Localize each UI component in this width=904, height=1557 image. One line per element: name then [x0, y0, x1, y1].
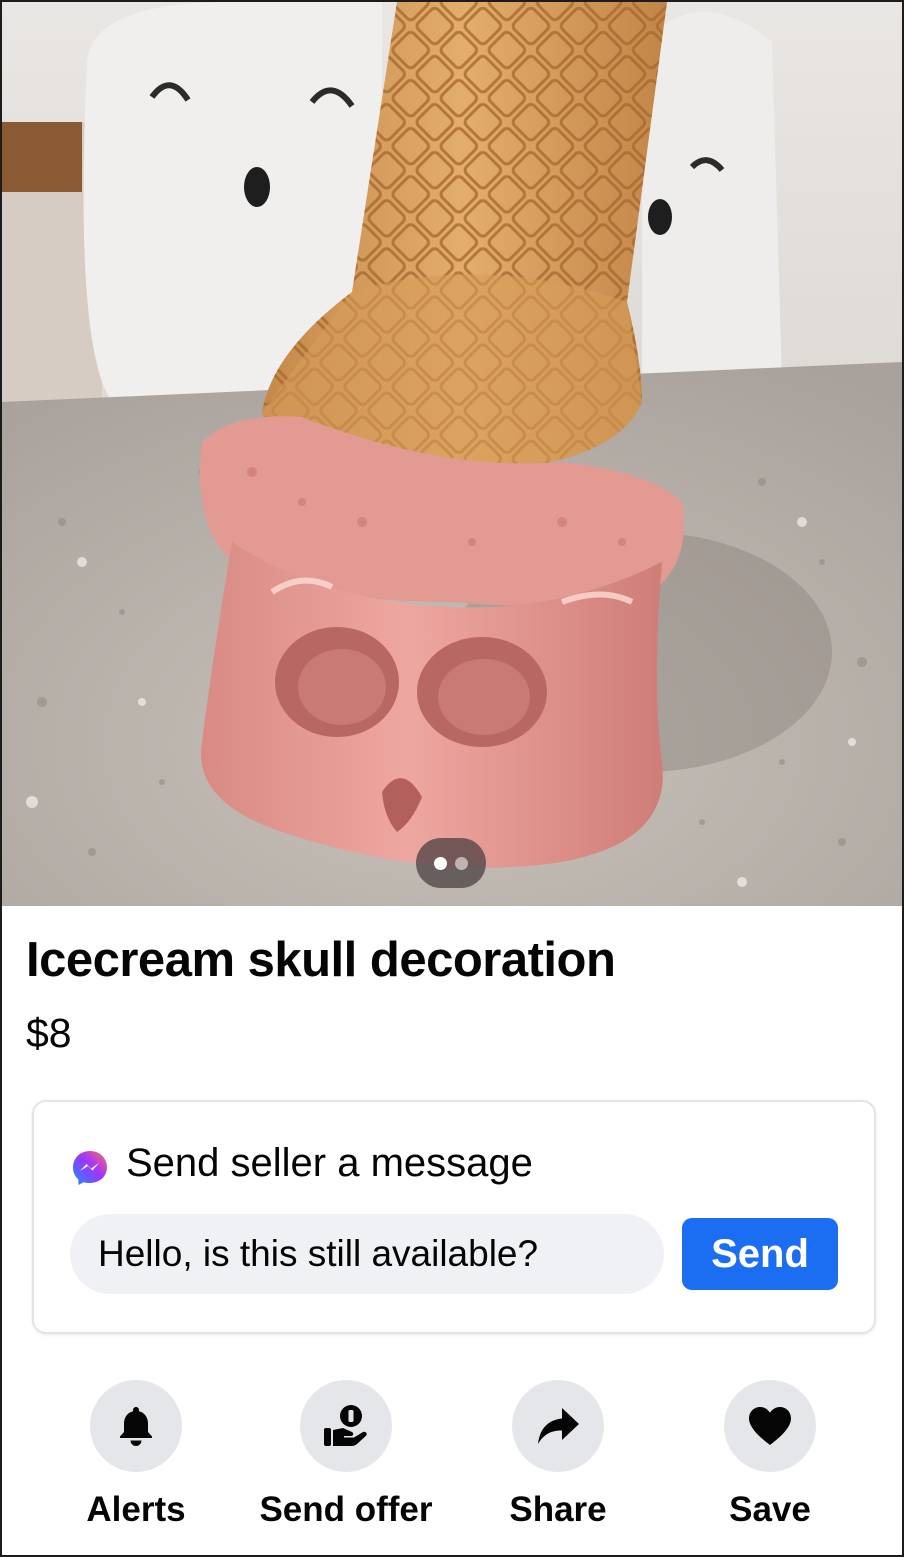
send-button[interactable]: Send: [682, 1218, 838, 1290]
photo-pager[interactable]: [416, 838, 486, 888]
share-action[interactable]: Share: [448, 1380, 668, 1530]
save-button[interactable]: [724, 1380, 816, 1472]
message-card-heading: Send seller a message: [126, 1140, 533, 1185]
bell-icon: [120, 1407, 152, 1446]
pager-dot: [455, 856, 468, 870]
marketplace-listing: Icecream skull decoration $8 Send seller…: [0, 0, 904, 1557]
pager-dot-active: [434, 856, 447, 870]
alerts-action[interactable]: Alerts: [26, 1380, 246, 1530]
listing-price: $8: [26, 1010, 72, 1056]
share-icon: [538, 1408, 579, 1444]
send-message-card: Send seller a message Send: [32, 1100, 876, 1334]
share-label: Share: [509, 1490, 607, 1529]
heart-icon: [749, 1407, 791, 1445]
send-offer-label: Send offer: [259, 1490, 433, 1529]
alerts-button[interactable]: [90, 1380, 182, 1472]
send-offer-button[interactable]: [300, 1380, 392, 1472]
message-input[interactable]: [70, 1214, 664, 1294]
listing-photo[interactable]: [2, 2, 902, 906]
product-image: [2, 2, 902, 906]
message-card-header: Send seller a message: [70, 1138, 533, 1188]
alerts-label: Alerts: [86, 1490, 186, 1529]
offer-icon: [324, 1405, 367, 1446]
save-action[interactable]: Save: [660, 1380, 880, 1530]
send-offer-action[interactable]: Send offer: [236, 1380, 456, 1530]
listing-title: Icecream skull decoration: [26, 933, 616, 987]
messenger-icon: [73, 1151, 107, 1185]
save-label: Save: [729, 1490, 811, 1529]
share-button[interactable]: [512, 1380, 604, 1472]
